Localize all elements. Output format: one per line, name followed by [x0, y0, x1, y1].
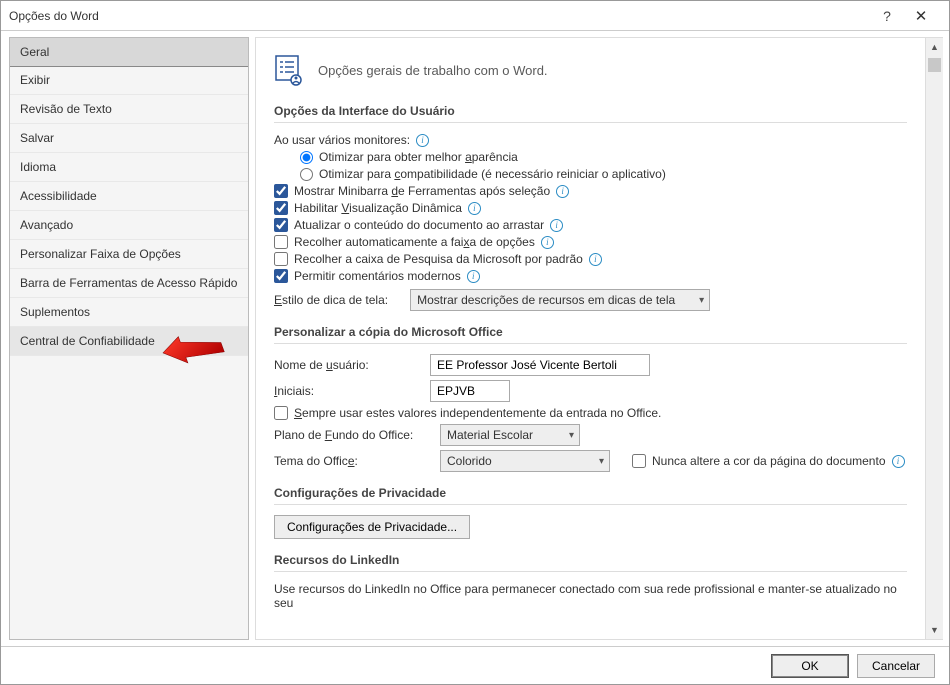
- vertical-scrollbar[interactable]: ▲ ▼: [925, 38, 943, 639]
- info-icon[interactable]: i: [550, 219, 563, 232]
- divider: [274, 504, 907, 505]
- content-wrap: Opções gerais de trabalho com o Word. Op…: [255, 37, 943, 640]
- section-title-office: Personalizar a cópia do Microsoft Office: [274, 325, 907, 339]
- sidebar-item-personalizar-faixa[interactable]: Personalizar Faixa de Opções: [10, 240, 248, 269]
- office-theme-combo[interactable]: Colorido: [440, 450, 610, 472]
- info-icon[interactable]: i: [556, 185, 569, 198]
- sidebar-item-geral[interactable]: Geral: [9, 37, 249, 67]
- checkbox-never-change-page-color[interactable]: Nunca altere a cor da página do document…: [632, 454, 905, 468]
- info-icon[interactable]: i: [416, 134, 429, 147]
- checkbox-collapse-search[interactable]: Recolher a caixa de Pesquisa da Microsof…: [274, 252, 907, 266]
- divider: [274, 122, 907, 123]
- section-title-linkedin: Recursos do LinkedIn: [274, 553, 907, 567]
- checkbox-live-preview[interactable]: Habilitar Visualização Dinâmica i: [274, 201, 907, 215]
- monitors-label: Ao usar vários monitores:: [274, 133, 410, 147]
- ok-button[interactable]: OK: [771, 654, 849, 678]
- radio-optimize-appearance-input[interactable]: [300, 151, 313, 164]
- scroll-thumb[interactable]: [928, 58, 941, 72]
- radio-optimize-compat[interactable]: Otimizar para compatibilidade (é necessá…: [300, 167, 907, 181]
- window-title: Opções do Word: [9, 9, 873, 23]
- username-input[interactable]: [430, 354, 650, 376]
- checkbox-update-drag[interactable]: Atualizar o conteúdo do documento ao arr…: [274, 218, 907, 232]
- checkbox-always-use[interactable]: Sempre usar estes valores independenteme…: [274, 406, 907, 420]
- content-pane: Opções gerais de trabalho com o Word. Op…: [256, 38, 925, 639]
- sidebar-item-acessibilidade[interactable]: Acessibilidade: [10, 182, 248, 211]
- info-icon[interactable]: i: [589, 253, 602, 266]
- section-title-ui: Opções da Interface do Usuário: [274, 104, 907, 118]
- sidebar-item-central-confiabilidade[interactable]: Central de Confiabilidade: [10, 327, 248, 356]
- radio-optimize-appearance[interactable]: Otimizar para obter melhor aparência: [300, 150, 907, 164]
- initials-input[interactable]: [430, 380, 510, 402]
- sidebar-item-idioma[interactable]: Idioma: [10, 153, 248, 182]
- section-title-privacy: Configurações de Privacidade: [274, 486, 907, 500]
- linkedin-desc: Use recursos do LinkedIn no Office para …: [274, 582, 907, 610]
- sidebar-item-suplementos[interactable]: Suplementos: [10, 298, 248, 327]
- checkbox-minibar[interactable]: Mostrar Minibarra de Ferramentas após se…: [274, 184, 907, 198]
- dialog-body: Geral Exibir Revisão de Texto Salvar Idi…: [1, 31, 949, 646]
- office-background-combo[interactable]: Material Escolar: [440, 424, 580, 446]
- scroll-up-button[interactable]: ▲: [926, 38, 943, 56]
- category-sidebar: Geral Exibir Revisão de Texto Salvar Idi…: [9, 37, 249, 640]
- help-button[interactable]: ?: [873, 8, 901, 24]
- screentip-row: Estilo de dica de tela: Mostrar descriçõ…: [274, 289, 907, 311]
- info-icon[interactable]: i: [467, 270, 480, 283]
- sidebar-item-barra-acesso-rapido[interactable]: Barra de Ferramentas de Acesso Rápido: [10, 269, 248, 298]
- divider: [274, 343, 907, 344]
- sidebar-item-exibir[interactable]: Exibir: [10, 66, 248, 95]
- monitors-label-row: Ao usar vários monitores: i: [274, 133, 907, 147]
- screentip-combo[interactable]: Mostrar descrições de recursos em dicas …: [410, 289, 710, 311]
- info-icon[interactable]: i: [541, 236, 554, 249]
- checkbox-collapse-ribbon[interactable]: Recolher automaticamente a faixa de opçõ…: [274, 235, 907, 249]
- initials-label: Iniciais:: [274, 384, 424, 398]
- dialog-footer: OK Cancelar: [1, 646, 949, 684]
- username-label: Nome de usuário:: [274, 358, 424, 372]
- sidebar-item-salvar[interactable]: Salvar: [10, 124, 248, 153]
- cancel-button[interactable]: Cancelar: [857, 654, 935, 678]
- page-header-text: Opções gerais de trabalho com o Word.: [318, 63, 548, 78]
- sidebar-item-avancado[interactable]: Avançado: [10, 211, 248, 240]
- radio-optimize-compat-input[interactable]: [300, 168, 313, 181]
- close-button[interactable]: ✕: [901, 7, 941, 25]
- office-background-label: Plano de Fundo do Office:: [274, 428, 434, 442]
- screentip-label: Estilo de dica de tela:: [274, 293, 388, 307]
- office-theme-label: Tema do Office:: [274, 454, 434, 468]
- titlebar: Opções do Word ? ✕: [1, 1, 949, 31]
- general-options-icon: [274, 54, 306, 86]
- word-options-dialog: Opções do Word ? ✕ Geral Exibir Revisão …: [0, 0, 950, 685]
- checkbox-modern-comments[interactable]: Permitir comentários modernos i: [274, 269, 907, 283]
- info-icon[interactable]: i: [892, 455, 905, 468]
- info-icon[interactable]: i: [468, 202, 481, 215]
- privacy-settings-button[interactable]: Configurações de Privacidade...: [274, 515, 470, 539]
- page-header: Opções gerais de trabalho com o Word.: [274, 54, 907, 86]
- scroll-down-button[interactable]: ▼: [926, 621, 943, 639]
- sidebar-item-revisao[interactable]: Revisão de Texto: [10, 95, 248, 124]
- divider: [274, 571, 907, 572]
